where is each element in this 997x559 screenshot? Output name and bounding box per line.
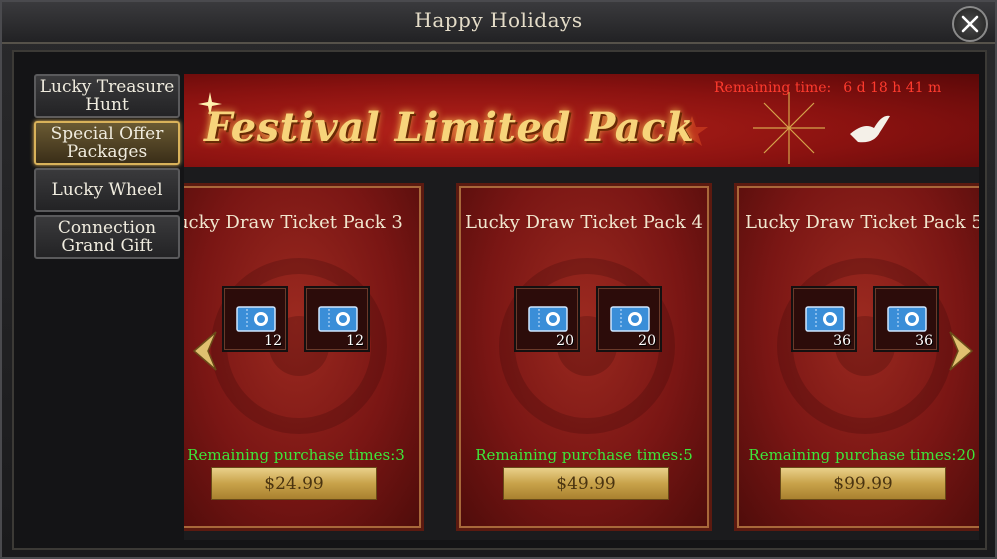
pack-title: Lucky Draw Ticket Pack 5 [745, 212, 979, 233]
pack-title: Lucky Draw Ticket Pack 4 [465, 212, 703, 233]
banner-title: Festival Limited Pack [204, 104, 695, 151]
buy-button[interactable]: $49.99 [503, 467, 669, 500]
item-slot[interactable]: 20 [596, 286, 662, 352]
item-slot[interactable]: 36 [791, 286, 857, 352]
item-count: 20 [556, 333, 574, 349]
buy-button[interactable]: $99.99 [780, 467, 946, 500]
content-frame: Lucky Treasure Hunt Special Offer Packag… [12, 50, 987, 550]
ticket-icon [610, 306, 650, 332]
dove-icon [850, 115, 890, 143]
pack-card: Lucky Draw Ticket Pack 5 36 36 Remaining… [734, 183, 979, 531]
ticket-icon [528, 306, 568, 332]
remaining-purchase-times: Remaining purchase times:3 [187, 446, 405, 464]
close-icon [961, 15, 979, 33]
item-slot[interactable]: 36 [873, 286, 939, 352]
ticket-icon [236, 306, 276, 332]
ticket-icon [805, 306, 845, 332]
buy-button[interactable]: $24.99 [211, 467, 377, 500]
remaining-time-value: 6 d 18 h 41 m [843, 80, 942, 96]
remaining-time-label: Remaining time: [714, 80, 832, 96]
festival-banner: Festival Limited Pack Remaining time: 6 d… [184, 74, 979, 167]
item-count: 12 [264, 333, 282, 349]
game-window: Happy Holidays Lucky Treasure Hunt Speci… [0, 0, 997, 559]
firework-icon [753, 92, 825, 164]
remaining-time: Remaining time: 6 d 18 h 41 m [714, 80, 941, 96]
item-count: 36 [915, 333, 933, 349]
item-count: 36 [833, 333, 851, 349]
nav-lucky-wheel[interactable]: Lucky Wheel [34, 168, 180, 212]
ticket-icon [318, 306, 358, 332]
close-button[interactable] [952, 6, 988, 42]
nav-lucky-treasure-hunt[interactable]: Lucky Treasure Hunt [34, 74, 180, 118]
item-slot[interactable]: 12 [304, 286, 370, 352]
item-slot[interactable]: 20 [514, 286, 580, 352]
pack-card: Lucky Draw Ticket Pack 4 20 20 Remaining… [456, 183, 712, 531]
remaining-purchase-times: Remaining purchase times:20 [748, 446, 976, 464]
title-bar: Happy Holidays [2, 2, 995, 44]
item-count: 20 [638, 333, 656, 349]
scroll-left-arrow-icon[interactable] [192, 330, 218, 372]
pack-title: Lucky Draw Ticket Pack 3 [184, 212, 403, 233]
remaining-purchase-times: Remaining purchase times:5 [475, 446, 693, 464]
pack-card: Lucky Draw Ticket Pack 3 12 12 Remaining… [184, 183, 424, 531]
scroll-right-arrow-icon[interactable] [948, 330, 974, 372]
pack-list: Lucky Draw Ticket Pack 3 12 12 Remaining… [184, 167, 979, 540]
window-title: Happy Holidays [414, 8, 583, 32]
item-count: 12 [346, 333, 364, 349]
ticket-icon [887, 306, 927, 332]
item-slot[interactable]: 12 [222, 286, 288, 352]
nav-special-offer-packages[interactable]: Special Offer Packages [34, 121, 180, 165]
nav-connection-grand-gift[interactable]: Connection Grand Gift [34, 215, 180, 259]
